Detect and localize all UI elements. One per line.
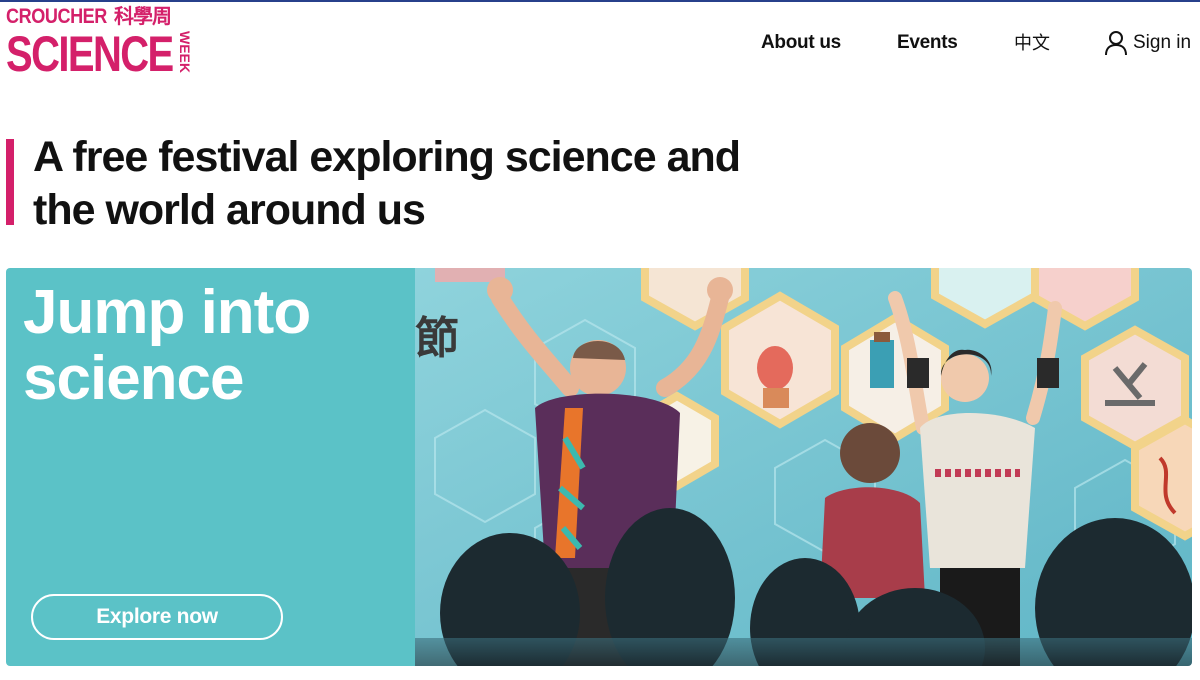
explore-now-button[interactable]: Explore now [31,594,283,640]
croucher-science-week-logo[interactable]: CROUCHER 科學周 SCIENCE WEEK [6,5,193,82]
hero-banner: Jump into science Explore now 節 [6,268,1192,666]
page-headline: A free festival exploring science and th… [33,131,853,237]
hero-text-panel: Jump into science Explore now [6,268,415,666]
logo-week-text: WEEK [177,31,193,73]
hero-title-line1: Jump into [23,278,311,347]
hero-title-line2: science [23,344,245,413]
hero-title: Jump into science [23,280,403,412]
headline-line2: the world around us [33,186,426,234]
nav-language-switch[interactable]: 中文 [1014,28,1050,58]
top-rule [0,0,1200,2]
sign-in-label: Sign in [1133,32,1192,53]
headline-line1: A free festival exploring science and [33,133,741,181]
nav-about-us[interactable]: About us [761,28,841,58]
banner-cjk-text: 節 [415,313,459,364]
user-icon [1104,30,1128,56]
nav-sign-in[interactable]: Sign in [1104,28,1191,58]
headline-accent-bar [6,139,14,225]
logo-science-text: SCIENCE [6,26,174,82]
hero-photo: 節 [415,268,1192,666]
nav-events[interactable]: Events [897,28,958,58]
